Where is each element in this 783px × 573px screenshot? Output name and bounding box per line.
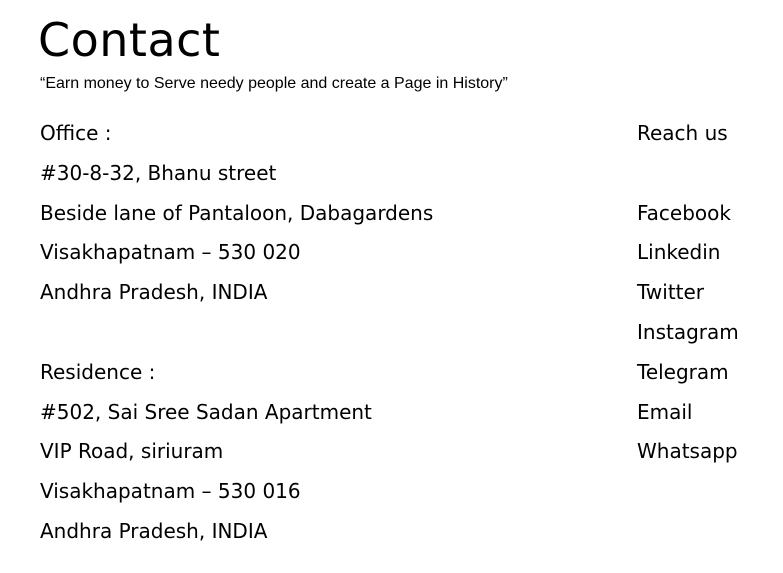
reach-us-heading: Reach us: [637, 121, 728, 145]
page-title: Contact: [38, 13, 221, 67]
twitter-link[interactable]: Twitter: [637, 273, 739, 313]
linkedin-link[interactable]: Linkedin: [637, 233, 739, 273]
page-tagline: “Earn money to Serve needy people and cr…: [40, 75, 508, 92]
office-address-line: #30-8-32, Bhanu street: [40, 160, 277, 185]
office-heading: Office :: [40, 121, 112, 145]
whatsapp-link[interactable]: Whatsapp: [637, 432, 739, 472]
facebook-link[interactable]: Facebook: [637, 194, 739, 234]
office-address-line: Beside lane of Pantaloon, Dabagardens: [40, 200, 434, 225]
instagram-link[interactable]: Instagram: [637, 313, 739, 353]
email-link[interactable]: Email: [637, 393, 739, 433]
office-address-line: Visakhapatnam – 530 020: [40, 240, 301, 265]
residence-address-line: Andhra Pradesh, INDIA: [40, 518, 268, 543]
office-address-line: Andhra Pradesh, INDIA: [40, 280, 268, 305]
address-column: Office : #30-8-32, Bhanu street Beside l…: [40, 114, 433, 552]
residence-address-line: Visakhapatnam – 530 016: [40, 479, 301, 504]
telegram-link[interactable]: Telegram: [637, 353, 739, 393]
residence-address-line: VIP Road, siriuram: [40, 439, 224, 464]
residence-heading: Residence :: [40, 359, 156, 384]
residence-address-line: #502, Sai Sree Sadan Apartment: [40, 399, 372, 424]
reach-us-column: Reach us Facebook Linkedin Twitter Insta…: [637, 114, 739, 472]
